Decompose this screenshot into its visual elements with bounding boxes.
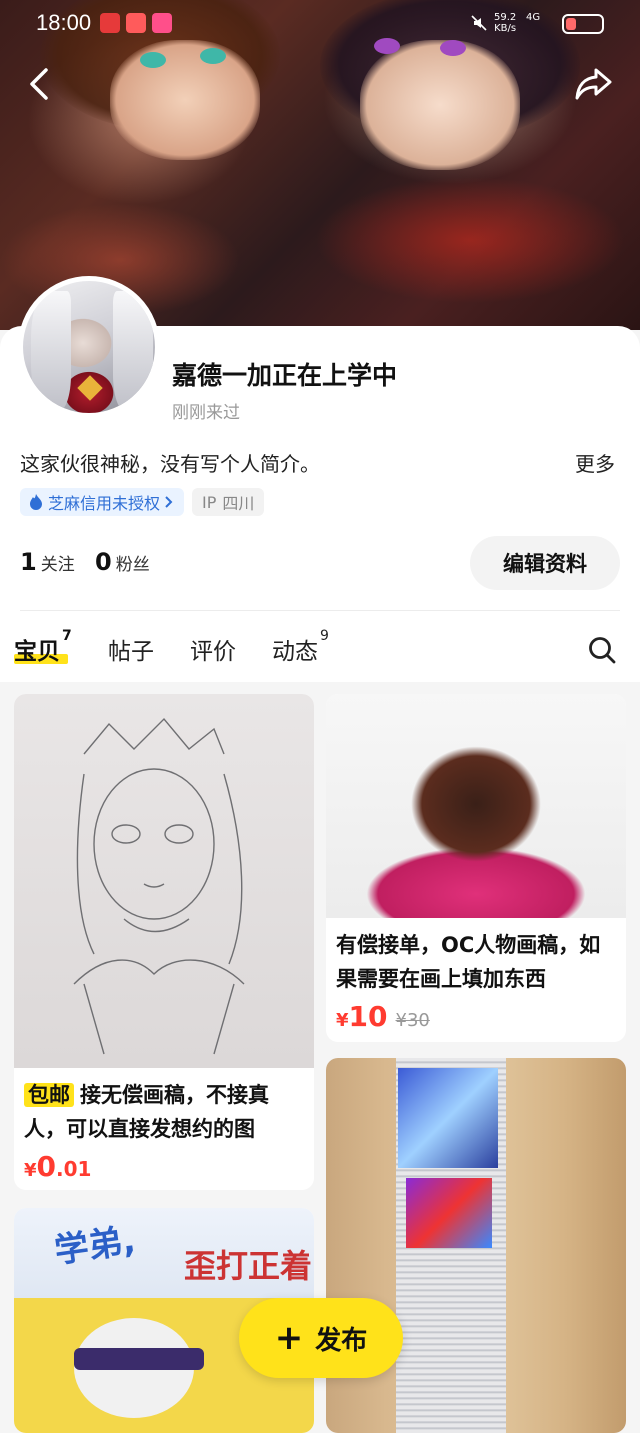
price-integer: 0	[36, 1150, 57, 1183]
tab-posts[interactable]: 帖子	[108, 632, 154, 666]
more-link[interactable]: 更多	[575, 448, 615, 477]
original-price: ¥30	[395, 1010, 430, 1031]
net-speed-value: 59.2	[494, 12, 517, 23]
tab-bar: 宝贝7 帖子 评价 动态9	[0, 612, 640, 682]
sketch-art	[73, 717, 245, 1055]
following-count: 1	[20, 548, 37, 576]
avatar-art	[31, 291, 71, 411]
signal-label: 4G	[526, 12, 541, 23]
tab-items[interactable]: 宝贝7	[14, 628, 72, 666]
app-notification-icon	[100, 13, 120, 33]
back-icon[interactable]	[22, 62, 58, 106]
tab-count: 9	[320, 628, 329, 645]
plus-icon: +	[274, 1318, 304, 1358]
item-price: ¥10 ¥30	[336, 1000, 430, 1033]
price-integer: 10	[348, 1000, 388, 1033]
item-title-text: 有偿接单，OC人物画稿，如果需要在画上填加东西	[336, 933, 601, 991]
avatar-art	[77, 375, 103, 401]
avatar-art	[113, 291, 153, 411]
cover-title: 学弟,	[52, 1220, 138, 1272]
app-notification-icon	[152, 13, 172, 33]
item-image	[326, 694, 626, 918]
cover-title: 歪打正着	[184, 1247, 313, 1285]
ip-label: IP	[202, 492, 217, 512]
tab-label: 帖子	[108, 639, 154, 665]
following-stat[interactable]: 1 关注	[20, 548, 75, 576]
following-label: 关注	[40, 555, 75, 575]
app-notification-icon	[126, 13, 146, 33]
last-seen: 刚刚来过	[172, 403, 240, 423]
avatar[interactable]	[18, 276, 160, 418]
status-bar: 18:00 59.2 KB/s 4G	[0, 0, 640, 48]
tab-activity[interactable]: 动态9	[272, 628, 329, 666]
status-time: 18:00	[36, 10, 92, 35]
item-card[interactable]: 包邮 接无偿画稿，不接真人，可以直接发想约的图 ¥0.01	[14, 694, 314, 1190]
tab-label: 动态	[272, 639, 318, 665]
followers-count: 0	[95, 548, 112, 576]
card-stack-art	[398, 1068, 498, 1168]
card-stack-art	[406, 1178, 492, 1248]
credit-badge[interactable]: 芝麻信用未授权	[20, 488, 185, 516]
ip-badge: IP 四川	[192, 488, 265, 516]
banner-art	[140, 52, 166, 68]
tab-count: 7	[62, 628, 72, 645]
publish-button[interactable]: + 发布	[239, 1298, 403, 1378]
battery-icon	[562, 14, 604, 34]
item-price: ¥0.01	[24, 1150, 91, 1183]
credit-badge-label: 芝麻信用未授权	[48, 494, 161, 513]
search-icon[interactable]	[586, 634, 618, 666]
edit-profile-button[interactable]: 编辑资料	[470, 536, 620, 590]
tab-label: 宝贝	[14, 639, 60, 665]
price-decimal: .01	[56, 1157, 92, 1181]
battery-level	[566, 18, 577, 30]
item-card[interactable]: 有偿接单，OC人物画稿，如果需要在画上填加东西 ¥10 ¥30	[326, 694, 626, 1042]
tab-reviews[interactable]: 评价	[190, 632, 236, 666]
tab-label: 评价	[190, 639, 236, 665]
banner-art	[110, 40, 260, 160]
price-currency: ¥	[336, 1010, 349, 1031]
item-image	[14, 694, 314, 1068]
publish-label: 发布	[315, 1325, 368, 1356]
item-title: 有偿接单，OC人物画稿，如果需要在画上填加东西	[336, 928, 618, 996]
ip-location: 四川	[222, 494, 255, 513]
nickname: 嘉德一加正在上学中	[172, 361, 398, 390]
mute-icon	[471, 15, 487, 31]
flame-icon	[30, 494, 42, 510]
chevron-right-icon	[165, 496, 173, 508]
free-shipping-tag: 包邮	[24, 1083, 74, 1107]
net-speed: 59.2 KB/s	[494, 12, 516, 34]
signal-icon: 4G	[526, 12, 540, 23]
net-speed-unit: KB/s	[494, 23, 517, 34]
followers-stat[interactable]: 0 粉丝	[95, 548, 150, 576]
item-title: 包邮 接无偿画稿，不接真人，可以直接发想约的图	[24, 1078, 306, 1146]
followers-label: 粉丝	[115, 555, 150, 575]
banner-art	[360, 40, 520, 170]
share-icon[interactable]	[572, 62, 614, 106]
cover-art	[74, 1348, 204, 1370]
divider	[20, 610, 620, 611]
banner-art	[200, 48, 226, 64]
bio: 这家伙很神秘，没有写个人简介。	[20, 452, 320, 476]
price-currency: ¥	[24, 1160, 37, 1181]
